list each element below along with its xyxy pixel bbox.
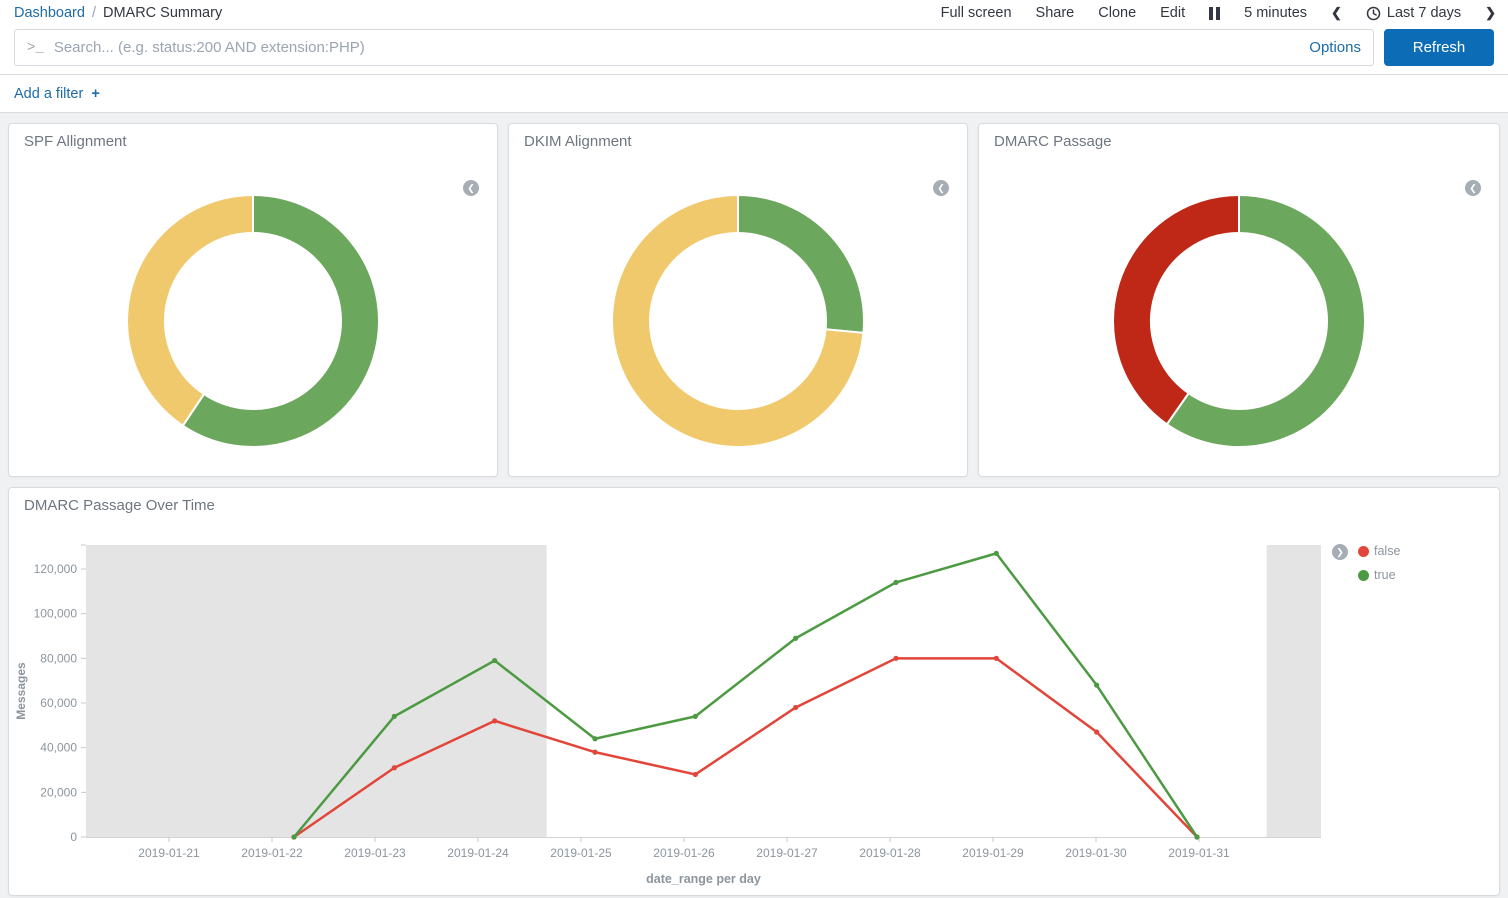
svg-text:80,000: 80,000 bbox=[40, 651, 77, 665]
svg-text:2019-01-24: 2019-01-24 bbox=[447, 846, 509, 860]
svg-text:2019-01-31: 2019-01-31 bbox=[1168, 846, 1230, 860]
svg-text:2019-01-30: 2019-01-30 bbox=[1065, 846, 1127, 860]
panel-title: DKIM Alignment bbox=[509, 124, 967, 150]
top-navigation-bar: Dashboard / DMARC Summary Full screen Sh… bbox=[0, 0, 1508, 24]
legend-label-true: true bbox=[1374, 568, 1396, 582]
svg-text:120,000: 120,000 bbox=[34, 562, 78, 576]
svg-text:2019-01-21: 2019-01-21 bbox=[138, 846, 200, 860]
legend-toggle-chevron-right-icon[interactable]: ❯ bbox=[1332, 544, 1348, 560]
dmarc-donut-chart[interactable] bbox=[1104, 186, 1374, 456]
pause-icon[interactable] bbox=[1209, 7, 1220, 20]
legend-dot-false bbox=[1358, 546, 1369, 557]
svg-text:0: 0 bbox=[70, 830, 77, 844]
svg-text:40,000: 40,000 bbox=[40, 741, 77, 755]
svg-text:2019-01-22: 2019-01-22 bbox=[241, 846, 303, 860]
svg-text:date_range per day: date_range per day bbox=[646, 872, 761, 886]
panel-dmarc-passage: DMARC Passage ❮ bbox=[978, 123, 1500, 477]
clock-icon bbox=[1366, 6, 1381, 21]
panel-title: SPF Allignment bbox=[9, 124, 497, 150]
dmarc-over-time-line-chart[interactable]: 0 20,000 40,000 60,000 80,000 100,000 120,000 2… bbox=[9, 488, 1499, 895]
svg-text:2019-01-26: 2019-01-26 bbox=[653, 846, 715, 860]
legend-item-false[interactable]: false bbox=[1358, 544, 1400, 558]
dashboard-canvas: SPF Allignment ❮ DKIM Alignment ❮ DMARC … bbox=[0, 113, 1508, 898]
svg-text:2019-01-27: 2019-01-27 bbox=[756, 846, 818, 860]
breadcrumb-dashboard-link[interactable]: Dashboard bbox=[14, 5, 85, 21]
panel-legend-toggle-chevron-left-icon[interactable]: ❮ bbox=[1465, 180, 1481, 196]
chart-legend: ❯ false true bbox=[1334, 544, 1400, 592]
search-row: >_ Options Refresh bbox=[0, 24, 1508, 74]
options-link[interactable]: Options bbox=[1309, 39, 1361, 56]
breadcrumb-separator: / bbox=[92, 5, 96, 21]
plus-icon: + bbox=[91, 86, 99, 102]
add-filter-link[interactable]: Add a filter + bbox=[14, 86, 100, 102]
page-title: DMARC Summary bbox=[103, 5, 222, 21]
svg-text:Messages: Messages bbox=[14, 662, 28, 720]
panel-legend-toggle-chevron-left-icon[interactable]: ❮ bbox=[933, 180, 949, 196]
svg-text:100,000: 100,000 bbox=[34, 607, 78, 621]
top-menu: Full screen Share Clone Edit 5 minutes ❮… bbox=[941, 5, 1496, 21]
panel-legend-toggle-chevron-left-icon[interactable]: ❮ bbox=[463, 180, 479, 196]
time-forward-chevron-icon[interactable]: ❯ bbox=[1485, 5, 1496, 21]
time-range-picker[interactable]: Last 7 days bbox=[1366, 5, 1461, 21]
filter-bar: Add a filter + bbox=[0, 74, 1508, 113]
svg-text:2019-01-25: 2019-01-25 bbox=[550, 846, 612, 860]
refresh-button[interactable]: Refresh bbox=[1384, 29, 1494, 66]
panel-spf-alignment: SPF Allignment ❮ bbox=[8, 123, 498, 477]
legend-label-false: false bbox=[1374, 544, 1400, 558]
svg-text:2019-01-29: 2019-01-29 bbox=[962, 846, 1024, 860]
legend-dot-true bbox=[1358, 570, 1369, 581]
clone-button[interactable]: Clone bbox=[1098, 5, 1136, 21]
refresh-interval-label[interactable]: 5 minutes bbox=[1244, 5, 1307, 21]
svg-text:2019-01-23: 2019-01-23 bbox=[344, 846, 406, 860]
panel-dmarc-passage-over-time: DMARC Passage Over Time 020,00040,00060,… bbox=[8, 487, 1500, 896]
search-box[interactable]: >_ Options bbox=[14, 29, 1374, 66]
query-prompt-icon: >_ bbox=[27, 40, 44, 56]
edit-button[interactable]: Edit bbox=[1160, 5, 1185, 21]
breadcrumb: Dashboard / DMARC Summary bbox=[14, 5, 222, 21]
share-button[interactable]: Share bbox=[1036, 5, 1075, 21]
dkim-donut-chart[interactable] bbox=[603, 186, 873, 456]
time-back-chevron-icon[interactable]: ❮ bbox=[1331, 5, 1342, 21]
svg-text:20,000: 20,000 bbox=[40, 785, 77, 799]
svg-text:60,000: 60,000 bbox=[40, 696, 77, 710]
panel-title: DMARC Passage bbox=[979, 124, 1499, 150]
full-screen-button[interactable]: Full screen bbox=[941, 5, 1012, 21]
spf-donut-chart[interactable] bbox=[118, 186, 388, 456]
add-filter-label: Add a filter bbox=[14, 86, 83, 102]
svg-text:2019-01-28: 2019-01-28 bbox=[859, 846, 921, 860]
panel-dkim-alignment: DKIM Alignment ❮ bbox=[508, 123, 968, 477]
legend-item-true[interactable]: true bbox=[1358, 568, 1400, 582]
search-input[interactable] bbox=[54, 39, 1299, 56]
time-range-label: Last 7 days bbox=[1387, 5, 1461, 21]
